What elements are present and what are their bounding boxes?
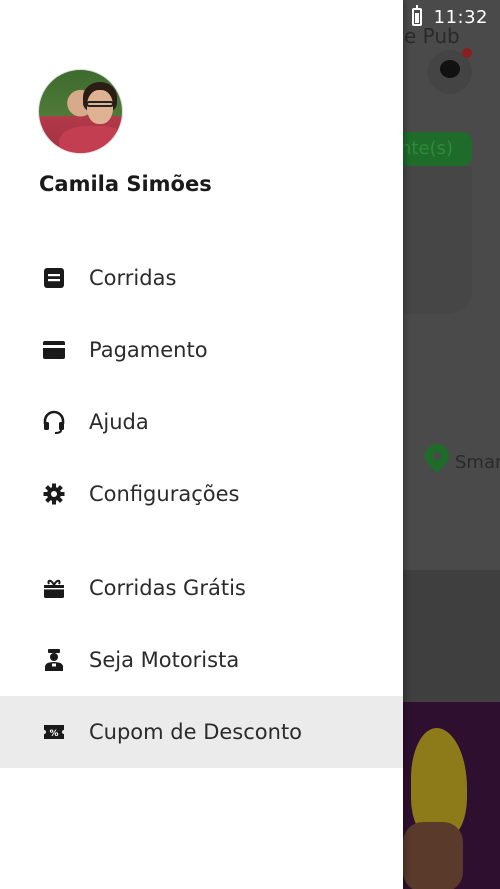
chat-button[interactable] (428, 48, 472, 94)
menu-item-label: Corridas Grátis (89, 576, 246, 600)
receipt-icon (42, 266, 66, 290)
menu-item-label: Corridas (89, 266, 177, 290)
settings-icon (42, 482, 66, 506)
menu-item-label: Cupom de Desconto (89, 720, 303, 744)
promo-image-hand (403, 822, 463, 889)
headset-icon (42, 410, 66, 434)
status-time: 11:32 (433, 6, 488, 28)
navigation-drawer: Camila Simões Corridas Pagamento Ajuda C… (0, 0, 403, 889)
status-bar: 11:32 (403, 0, 500, 34)
promo-banner[interactable] (403, 702, 500, 889)
avatar[interactable] (38, 69, 123, 154)
menu-item-pagamento[interactable]: Pagamento (0, 314, 403, 386)
menu-item-corridas[interactable]: Corridas (0, 242, 403, 314)
menu-secondary: Corridas Grátis Seja Motorista % Cupom d… (0, 552, 403, 768)
menu-item-seja-motorista[interactable]: Seja Motorista (0, 624, 403, 696)
map-lower-area (403, 570, 500, 702)
credit-card-icon (42, 338, 66, 362)
map-pin-icon (420, 439, 454, 473)
menu-item-label: Pagamento (89, 338, 208, 362)
discount-coupon-icon: % (42, 720, 66, 744)
driver-icon (42, 648, 66, 672)
menu-primary: Corridas Pagamento Ajuda Configurações (0, 242, 403, 530)
svg-text:%: % (49, 729, 58, 739)
map-label-right: Smar (455, 452, 500, 473)
menu-item-corridas-gratis[interactable]: Corridas Grátis (0, 552, 403, 624)
battery-icon (411, 5, 422, 26)
menu-item-ajuda[interactable]: Ajuda (0, 386, 403, 458)
gift-icon (42, 576, 66, 600)
menu-item-cupom-de-desconto[interactable]: % Cupom de Desconto (0, 696, 403, 768)
menu-item-configuracoes[interactable]: Configurações (0, 458, 403, 530)
user-name: Camila Simões (39, 172, 212, 196)
menu-item-label: Ajuda (89, 410, 149, 434)
menu-item-label: Configurações (89, 482, 240, 506)
green-pill-label: nte(s) (400, 138, 453, 159)
menu-item-label: Seja Motorista (89, 648, 240, 672)
chat-icon (440, 60, 460, 78)
notification-dot (462, 48, 472, 58)
